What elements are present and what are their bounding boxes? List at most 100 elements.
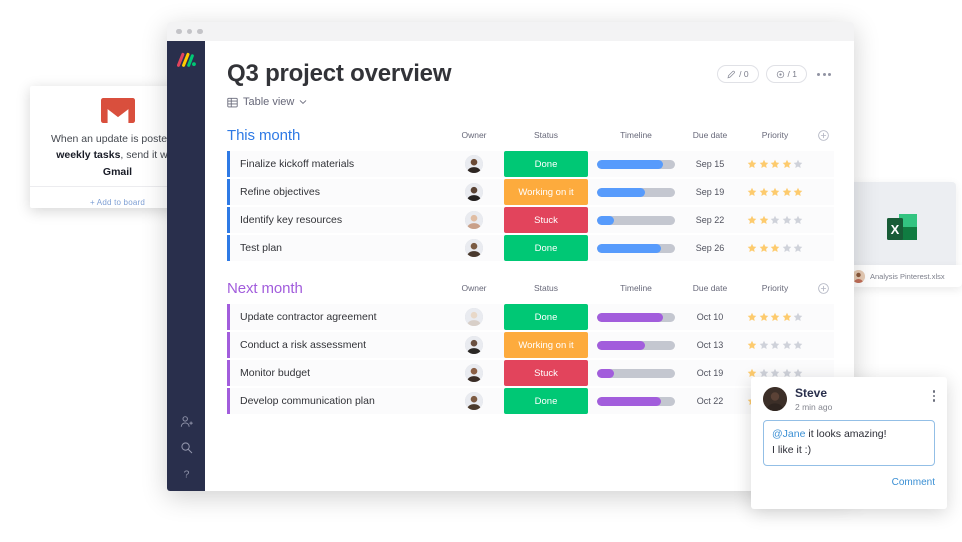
owner-cell[interactable]	[446, 235, 502, 261]
status-badge: Stuck	[504, 207, 588, 234]
timeline-bar	[597, 243, 675, 253]
column-header-owner[interactable]: Owner	[446, 283, 502, 293]
priority-cell[interactable]	[738, 151, 812, 177]
comment-input[interactable]: @Jane it looks amazing! I like it :)	[763, 419, 935, 467]
timeline-cell[interactable]	[590, 304, 682, 330]
status-cell[interactable]: Working on it	[502, 332, 590, 359]
timeline-cell[interactable]	[590, 388, 682, 414]
column-header-priority[interactable]: Priority	[738, 283, 812, 293]
excel-file-card[interactable]: X	[848, 182, 956, 275]
row-spacer	[812, 207, 834, 233]
status-cell[interactable]: Done	[502, 304, 590, 331]
task-name[interactable]: Identify key resources	[227, 207, 446, 234]
window-close-dot[interactable]	[176, 28, 182, 35]
owner-cell[interactable]	[446, 388, 502, 414]
status-cell[interactable]: Stuck	[502, 360, 590, 387]
window-maximize-dot[interactable]	[197, 28, 203, 35]
due-date-cell[interactable]: Oct 13	[682, 332, 738, 358]
task-name[interactable]: Refine objectives	[227, 179, 446, 206]
owner-cell[interactable]	[446, 179, 502, 205]
screenshot-stage: When an update is posted in weekly tasks…	[0, 0, 962, 542]
task-name[interactable]: Test plan	[227, 235, 446, 262]
due-date-cell[interactable]: Oct 22	[682, 388, 738, 414]
status-cell[interactable]: Stuck	[502, 207, 590, 234]
status-cell[interactable]: Working on it	[502, 179, 590, 206]
timeline-cell[interactable]	[590, 151, 682, 177]
priority-cell[interactable]	[738, 235, 812, 261]
table-view-icon	[227, 97, 238, 108]
owner-cell[interactable]	[446, 151, 502, 177]
invite-person-icon[interactable]	[180, 415, 193, 428]
column-header-status[interactable]: Status	[502, 283, 590, 293]
priority-star	[747, 160, 757, 169]
status-cell[interactable]: Done	[502, 388, 590, 415]
timeline-cell[interactable]	[590, 360, 682, 386]
owner-cell[interactable]	[446, 332, 502, 358]
table-row[interactable]: Test plan Done Sep 26	[227, 235, 834, 262]
board-header-actions: / 0 / 1	[717, 61, 834, 83]
table-row[interactable]: Identify key resources Stuck Sep 22	[227, 207, 834, 234]
task-name[interactable]: Update contractor agreement	[227, 304, 446, 331]
comment-header: Steve 2 min ago	[763, 386, 935, 412]
due-date-cell[interactable]: Sep 26	[682, 235, 738, 261]
column-header-owner[interactable]: Owner	[446, 130, 502, 140]
activity-log-badge[interactable]: / 0	[717, 65, 759, 83]
due-date-cell[interactable]: Sep 22	[682, 207, 738, 233]
search-icon[interactable]	[180, 441, 193, 454]
table-row[interactable]: Refine objectives Working on it Sep 19	[227, 179, 834, 206]
table-row[interactable]: Monitor budget Stuck Oct 19	[227, 360, 834, 387]
due-date-cell[interactable]: Sep 15	[682, 151, 738, 177]
timeline-cell[interactable]	[590, 207, 682, 233]
table-row[interactable]: Conduct a risk assessment Working on it Oc…	[227, 332, 834, 359]
timeline-cell[interactable]	[590, 179, 682, 205]
comment-card[interactable]: Steve 2 min ago @Jane it looks amazing! …	[751, 377, 947, 509]
priority-star	[793, 160, 803, 169]
watch-count: / 1	[787, 69, 797, 79]
timeline-bar	[597, 187, 675, 197]
table-row[interactable]: Finalize kickoff materials Done Sep 15	[227, 151, 834, 178]
timeline-cell[interactable]	[590, 332, 682, 358]
table-row[interactable]: Develop communication plan Done Oct 22	[227, 388, 834, 415]
table-row[interactable]: Update contractor agreement Done Oct 10	[227, 304, 834, 331]
priority-cell[interactable]	[738, 332, 812, 358]
owner-cell[interactable]	[446, 207, 502, 233]
add-to-board-link[interactable]: + Add to board	[90, 198, 145, 207]
column-header-due-date[interactable]: Due date	[682, 283, 738, 293]
status-cell[interactable]: Done	[502, 151, 590, 178]
priority-star	[759, 216, 768, 225]
column-header-timeline[interactable]: Timeline	[590, 130, 682, 140]
due-date-cell[interactable]: Oct 10	[682, 304, 738, 330]
help-icon[interactable]: ?	[180, 467, 193, 480]
timeline-cell[interactable]	[590, 235, 682, 261]
owner-cell[interactable]	[446, 304, 502, 330]
status-cell[interactable]: Done	[502, 235, 590, 262]
view-selector[interactable]: Table view	[227, 96, 451, 108]
column-header-status[interactable]: Status	[502, 130, 590, 140]
board-menu-button[interactable]	[814, 72, 834, 76]
window-minimize-dot[interactable]	[186, 28, 192, 35]
add-column-button[interactable]	[812, 130, 834, 141]
due-date-cell[interactable]: Sep 19	[682, 179, 738, 205]
task-name[interactable]: Conduct a risk assessment	[227, 332, 446, 359]
column-header-priority[interactable]: Priority	[738, 130, 812, 140]
watch-badge[interactable]: / 1	[765, 65, 807, 83]
comment-submit-button[interactable]: Comment	[892, 477, 935, 488]
column-header-timeline[interactable]: Timeline	[590, 283, 682, 293]
view-label: Table view	[243, 96, 295, 109]
priority-cell[interactable]	[738, 207, 812, 233]
column-header-due-date[interactable]: Due date	[682, 130, 738, 140]
task-name[interactable]: Develop communication plan	[227, 388, 446, 415]
owner-cell[interactable]	[446, 360, 502, 386]
due-date-cell[interactable]: Oct 19	[682, 360, 738, 386]
priority-cell[interactable]	[738, 179, 812, 205]
task-name[interactable]: Monitor budget	[227, 360, 446, 387]
priority-stars	[747, 187, 803, 197]
group-title[interactable]: This month	[227, 127, 300, 144]
owner-avatar	[465, 155, 483, 174]
group-title[interactable]: Next month	[227, 280, 303, 297]
task-name[interactable]: Finalize kickoff materials	[227, 151, 446, 178]
comment-menu-button[interactable]	[932, 387, 935, 402]
due-date-value: Sep 26	[695, 243, 725, 254]
add-column-button[interactable]	[812, 283, 834, 294]
priority-cell[interactable]	[738, 304, 812, 330]
